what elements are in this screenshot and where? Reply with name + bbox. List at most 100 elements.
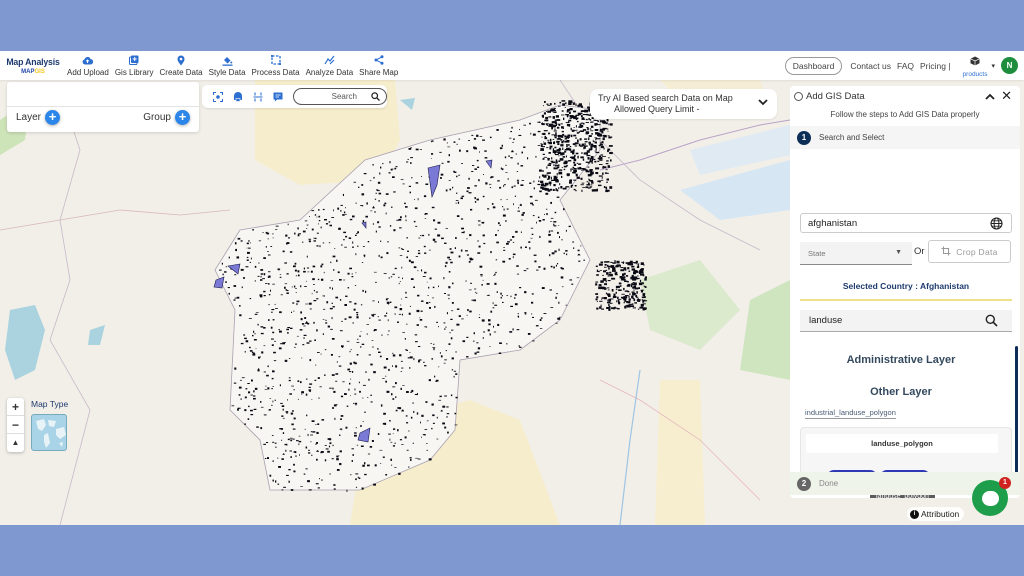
- landuse-feature: [558, 155, 560, 157]
- landuse-feature: [314, 379, 317, 381]
- landuse-feature: [293, 451, 296, 453]
- landuse-feature: [631, 295, 634, 299]
- landuse-feature: [581, 169, 583, 171]
- nav-share-map[interactable]: Share Map: [356, 51, 401, 80]
- nav-gis-library[interactable]: Gis Library: [112, 51, 157, 80]
- landuse-feature: [477, 347, 481, 350]
- other-layer-heading[interactable]: Other Layer: [790, 386, 1012, 398]
- landuse-feature: [499, 342, 502, 344]
- faq-link[interactable]: FAQ: [897, 61, 914, 71]
- landuse-feature: [424, 271, 427, 274]
- zoom-out-button[interactable]: −: [7, 416, 24, 434]
- print-icon[interactable]: [231, 90, 244, 103]
- landuse-feature: [267, 365, 269, 368]
- landuse-feature: [233, 382, 237, 384]
- globe-icon[interactable]: [990, 217, 1003, 230]
- pricing-link[interactable]: Pricing |: [920, 61, 951, 71]
- landuse-feature: [284, 359, 288, 362]
- products-menu[interactable]: products: [963, 53, 987, 78]
- analyze-icon: [324, 55, 335, 66]
- north-arrow-button[interactable]: ▲: [7, 434, 24, 452]
- landuse-feature: [349, 218, 353, 221]
- country-input[interactable]: afghanistan: [800, 213, 1012, 233]
- landuse-feature: [559, 183, 561, 186]
- landuse-feature: [458, 315, 461, 317]
- landuse-feature: [449, 332, 451, 334]
- selected-layer-name: landuse_polygon: [806, 434, 998, 453]
- caret-down-icon[interactable]: ▾: [991, 62, 995, 70]
- comment-icon[interactable]: [271, 90, 284, 103]
- landuse-feature: [288, 377, 291, 379]
- landuse-feature: [417, 198, 419, 201]
- layer-search-input[interactable]: landuse: [800, 310, 1012, 332]
- ai-search-box[interactable]: Try AI Based search Data on Map Allowed …: [590, 89, 777, 119]
- landuse-feature: [340, 204, 343, 206]
- logo[interactable]: Map Analysis MAPGIS: [2, 51, 64, 80]
- panel-subtitle: Follow the steps to Add GIS Data properl…: [830, 110, 980, 119]
- landuse-feature: [367, 453, 371, 455]
- landuse-feature: [258, 262, 260, 264]
- landuse-feature: [468, 192, 472, 194]
- landuse-feature: [584, 141, 588, 143]
- landuse-feature: [625, 262, 628, 264]
- landuse-feature: [356, 313, 359, 316]
- map-type-thumbnail[interactable]: [31, 414, 67, 451]
- landuse-feature: [320, 353, 322, 355]
- add-layer-button[interactable]: +: [45, 110, 61, 125]
- chevron-down-icon[interactable]: [758, 97, 768, 109]
- crop-data-button[interactable]: Crop Data: [928, 240, 1011, 263]
- administrative-layer-heading[interactable]: Administrative Layer: [790, 354, 1012, 366]
- layer-link-industrial-landuse-polygon[interactable]: industrial_landuse_polygon: [805, 408, 896, 419]
- state-select[interactable]: State ▼: [800, 242, 912, 265]
- landuse-feature: [280, 294, 283, 296]
- landuse-feature: [423, 195, 427, 198]
- add-group-button[interactable]: +: [175, 110, 190, 125]
- landuse-feature: [355, 473, 359, 475]
- landuse-feature: [395, 365, 398, 368]
- landuse-feature: [413, 357, 415, 361]
- nav-process-data[interactable]: Process Data: [249, 51, 303, 80]
- nav-analyze-data[interactable]: Analyze Data: [303, 51, 357, 80]
- landuse-feature: [561, 114, 565, 116]
- contact-link[interactable]: Contact us: [850, 61, 891, 71]
- landuse-feature: [506, 208, 509, 210]
- landuse-feature: [562, 103, 565, 106]
- search-icon[interactable]: [371, 88, 380, 106]
- landuse-feature: [366, 324, 369, 325]
- zoom-in-button[interactable]: +: [7, 398, 24, 416]
- search-icon[interactable]: [985, 314, 998, 327]
- nav-add-upload[interactable]: Add Upload: [64, 51, 112, 80]
- step-1-label: Search and Select: [819, 133, 885, 142]
- landuse-feature: [306, 414, 308, 417]
- chat-button[interactable]: 1: [972, 477, 1011, 516]
- map-search-input[interactable]: Search: [293, 88, 387, 105]
- landuse-feature: [439, 151, 442, 153]
- landuse-feature: [268, 271, 271, 273]
- fullscreen-icon[interactable]: [211, 90, 224, 103]
- landuse-feature: [409, 356, 413, 359]
- landuse-feature: [293, 310, 295, 312]
- landuse-feature: [310, 434, 313, 436]
- close-icon[interactable]: ✕: [1001, 88, 1012, 104]
- landuse-feature: [342, 214, 345, 216]
- landuse-feature: [282, 342, 285, 345]
- landuse-feature: [585, 186, 589, 189]
- landuse-feature: [429, 307, 431, 309]
- library-icon: [129, 55, 140, 66]
- dashboard-button[interactable]: Dashboard: [784, 56, 843, 75]
- attribution-button[interactable]: i Attribution: [907, 507, 965, 521]
- landuse-feature: [535, 156, 537, 158]
- nav-create-data[interactable]: Create Data: [157, 51, 206, 80]
- landuse-feature: [621, 276, 626, 279]
- measure-icon[interactable]: [251, 90, 264, 103]
- nav-style-data[interactable]: Style Data: [206, 51, 249, 80]
- user-avatar[interactable]: N: [1001, 57, 1018, 74]
- landuse-feature: [523, 124, 525, 126]
- step-search-and-select[interactable]: 1 Search and Select: [790, 126, 1020, 149]
- collapse-icon[interactable]: [985, 89, 995, 103]
- landuse-feature: [389, 438, 391, 441]
- landuse-feature: [434, 228, 437, 230]
- landuse-feature: [282, 250, 285, 253]
- landuse-feature: [290, 412, 294, 415]
- landuse-feature: [542, 219, 545, 221]
